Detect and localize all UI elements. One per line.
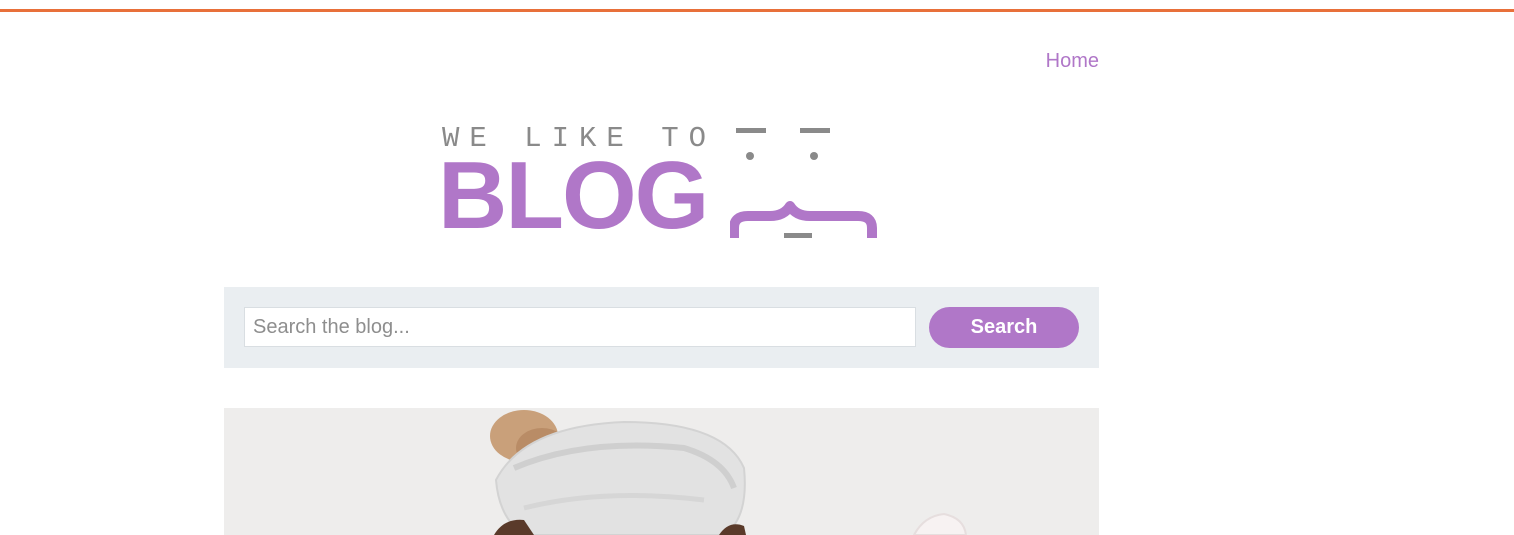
logo-face-icon <box>730 128 877 238</box>
search-panel: Search <box>224 287 1099 368</box>
logo-word: BLOG <box>438 142 709 249</box>
top-nav: Home <box>1046 50 1099 73</box>
site-logo[interactable]: WE LIKE TO BLOG <box>438 120 883 250</box>
nav-home-link[interactable]: Home <box>1046 50 1099 72</box>
search-button[interactable]: Search <box>929 307 1079 348</box>
hero-photo-icon <box>224 408 1099 535</box>
blog-post-hero-image[interactable] <box>224 408 1099 535</box>
search-input[interactable] <box>244 307 916 347</box>
page-container: Home WE LIKE TO BLOG Search <box>224 0 1099 535</box>
